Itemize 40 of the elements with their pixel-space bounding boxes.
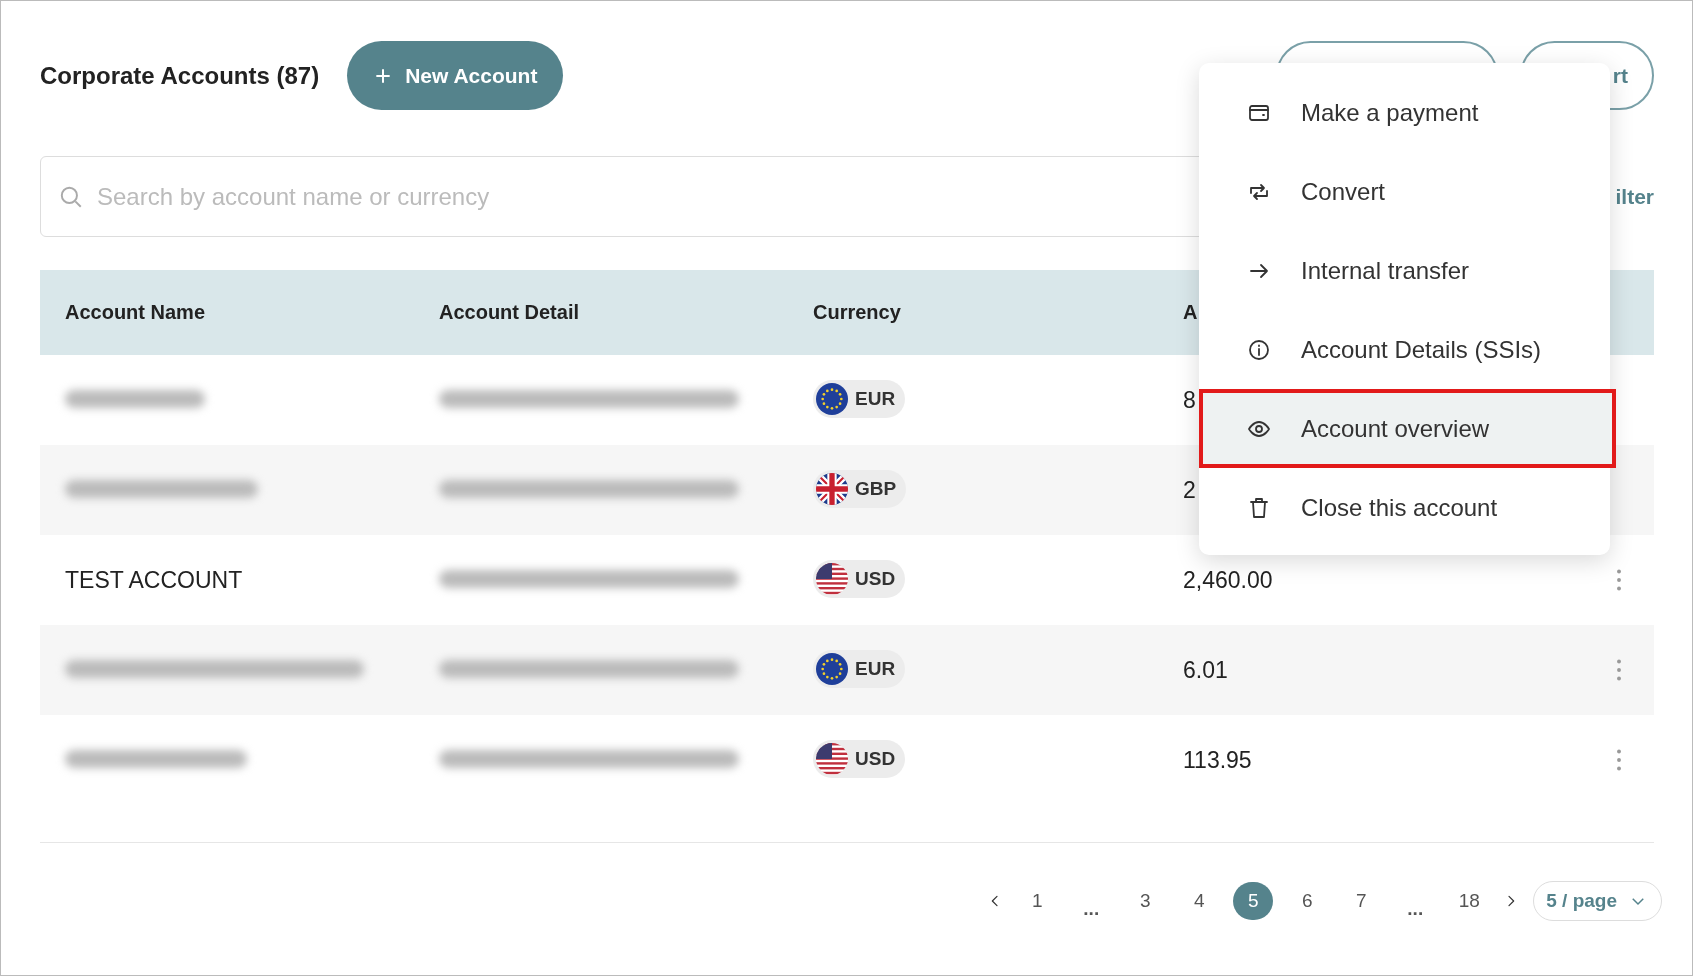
menu-item[interactable]: Close this account <box>1199 468 1610 547</box>
column-header: Currency <box>813 301 902 324</box>
ellipsis[interactable]: ... <box>1071 882 1112 920</box>
amount: 2 <box>1183 476 1197 504</box>
us-flag-icon <box>816 562 848 595</box>
column-header: Account Detail <box>439 301 581 324</box>
account-name: TEST ACCOUNT <box>65 566 243 593</box>
page-button[interactable]: 6 <box>1287 882 1328 920</box>
menu-item[interactable]: Account Details (SSIs) <box>1199 310 1610 389</box>
column-header: A <box>1183 301 1199 324</box>
currency-tag: EUR <box>813 379 906 418</box>
uk-flag-icon <box>816 472 848 505</box>
page-button[interactable]: 4 <box>1179 882 1220 920</box>
amount: 113.95 <box>1183 746 1253 774</box>
amount: 6.01 <box>1183 656 1229 684</box>
search-icon <box>58 184 84 210</box>
menu-item[interactable]: Make a payment <box>1199 73 1610 152</box>
currency-tag: EUR <box>813 649 906 688</box>
page-title: Corporate Accounts (87) <box>40 61 320 90</box>
new-account-button[interactable]: New Account <box>347 41 564 110</box>
menu-item[interactable]: Account overview <box>1199 389 1616 468</box>
ellipsis[interactable]: ... <box>1395 882 1436 920</box>
filter-link[interactable]: ilter <box>1615 184 1654 209</box>
amount: 2,460.00 <box>1183 566 1274 594</box>
page-button[interactable]: 3 <box>1125 882 1166 920</box>
column-header: Account Name <box>65 301 207 324</box>
page-size-select[interactable]: 5 / page <box>1533 881 1662 921</box>
page-button[interactable]: 18 <box>1449 882 1490 920</box>
page-button[interactable]: 5 <box>1233 882 1274 920</box>
us-flag-icon <box>816 742 848 775</box>
eu-flag-icon <box>816 382 848 415</box>
eu-flag-icon <box>816 652 848 685</box>
currency-tag: USD <box>813 559 906 598</box>
info-icon <box>1247 337 1271 362</box>
trash-icon <box>1247 495 1271 520</box>
page-button[interactable]: 1 <box>1017 882 1058 920</box>
currency-tag: USD <box>813 739 906 778</box>
currency-tag: GBP <box>813 469 907 508</box>
amount: 8 <box>1183 386 1197 414</box>
page-button[interactable]: 7 <box>1341 882 1382 920</box>
